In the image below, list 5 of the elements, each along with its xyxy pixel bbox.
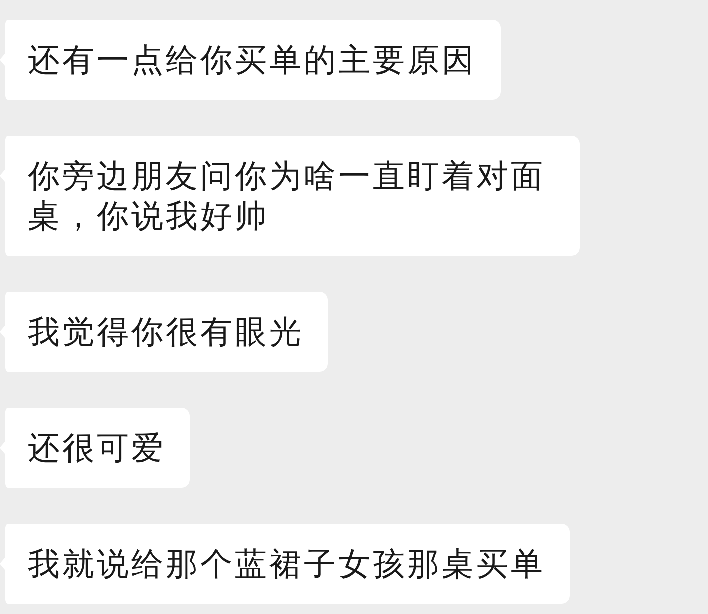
- message-bubble: 还很可爱: [0, 408, 190, 488]
- message-bubble: 还有一点给你买单的主要原因: [0, 20, 500, 100]
- message-bubble: 我觉得你很有眼光: [0, 292, 328, 372]
- message-bubble: 你旁边朋友问你为啥一直盯着对面桌，你说我好帅: [0, 136, 580, 256]
- message-bubble: 我就说给那个蓝裙子女孩那桌买单: [0, 524, 570, 604]
